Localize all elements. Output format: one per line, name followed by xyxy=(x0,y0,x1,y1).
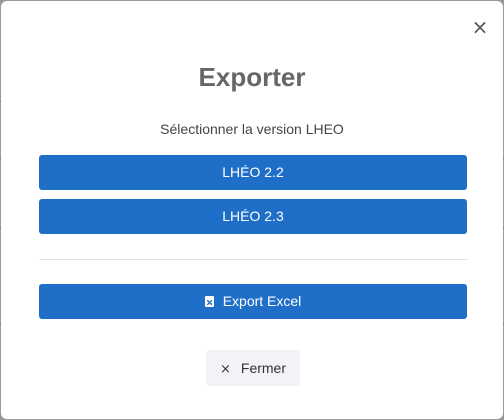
export-modal: × Exporter Sélectionner la version LHEO … xyxy=(1,1,503,419)
lheo-2-2-button[interactable]: LHÉO 2.2 xyxy=(39,155,467,190)
lheo-2-3-button[interactable]: LHÉO 2.3 xyxy=(39,199,467,234)
modal-title: Exporter xyxy=(198,62,306,92)
file-excel-icon xyxy=(204,296,214,307)
fermer-button[interactable]: × Fermer xyxy=(206,350,300,386)
export-excel-label: Export Excel xyxy=(222,293,302,309)
fermer-label: Fermer xyxy=(240,360,287,376)
divider xyxy=(39,259,467,260)
modal-subtitle: Sélectionner la version LHEO xyxy=(160,121,344,137)
close-icon[interactable]: × xyxy=(471,17,489,37)
close-x-icon: × xyxy=(219,362,231,377)
export-excel-button[interactable]: Export Excel xyxy=(39,284,467,319)
